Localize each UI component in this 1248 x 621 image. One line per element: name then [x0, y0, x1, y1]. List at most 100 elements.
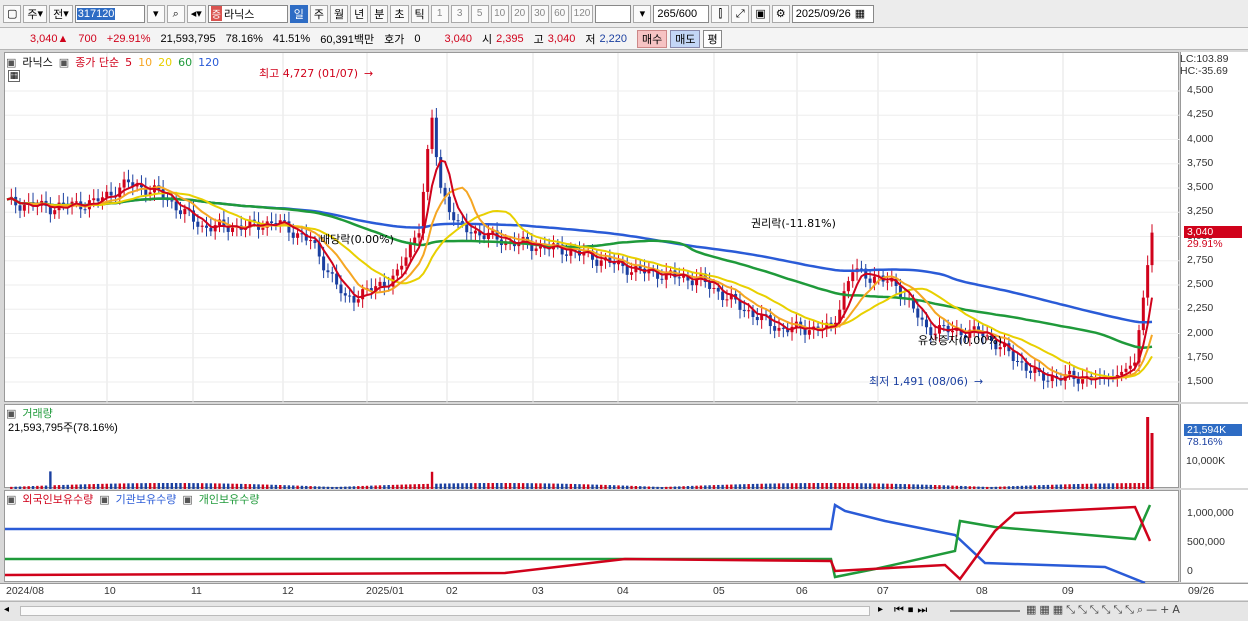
calculator-icon[interactable]: ▦	[8, 70, 20, 82]
candle-body	[109, 191, 113, 196]
volume-bar	[968, 486, 972, 489]
volume-bar	[626, 485, 629, 489]
hoga-value: 0	[414, 32, 421, 45]
period-minute[interactable]: 분	[370, 4, 389, 23]
interval-30[interactable]: 30	[530, 4, 549, 23]
candle-type-icon[interactable]: ⫿	[711, 4, 730, 23]
volume-bar	[1090, 483, 1093, 489]
volume-bar	[526, 483, 529, 489]
volume-ratio: 78.16%	[225, 32, 263, 45]
volume-bar	[678, 486, 681, 489]
volume-bar	[331, 486, 334, 489]
candle-body	[395, 269, 399, 276]
playback-controls[interactable]: ⏮⏹⏭	[894, 603, 931, 617]
volume-bar	[135, 483, 139, 489]
sound-icon[interactable]: ◂▾	[186, 4, 206, 23]
period-second[interactable]: 초	[390, 4, 409, 23]
candle-body	[335, 273, 339, 285]
volume-bar	[339, 486, 343, 489]
candle-body	[868, 278, 872, 283]
interval-dropdown-icon[interactable]: ▾	[633, 4, 652, 23]
volume-bar	[725, 484, 729, 489]
draw-tool-icon[interactable]: ⤢	[731, 4, 750, 23]
candle-body	[1068, 370, 1072, 375]
candle-body	[426, 149, 430, 192]
candle-body	[716, 287, 720, 292]
volume-bar	[183, 483, 187, 489]
volume-bar	[1046, 484, 1050, 489]
holdings-line-0	[5, 502, 1146, 583]
interval-20[interactable]: 20	[510, 4, 529, 23]
custom-interval-input[interactable]	[595, 4, 632, 23]
stock-name: 라닉스	[223, 7, 255, 21]
save-icon[interactable]: ▣	[751, 4, 770, 23]
volume-bar	[396, 484, 399, 489]
volume-bar	[209, 483, 213, 489]
scroll-right-icon[interactable]: ▸	[878, 604, 883, 615]
period-day[interactable]: 일	[289, 4, 308, 23]
date-input[interactable]: 2025/09/26 ▦	[791, 4, 874, 23]
volume-bar	[578, 484, 581, 489]
buy-button[interactable]: 매수	[636, 29, 668, 48]
volume-bar	[751, 483, 755, 489]
volume-bar	[300, 485, 304, 489]
price-chart-area[interactable]	[4, 52, 1180, 403]
gear-icon[interactable]: ⚙	[771, 4, 790, 23]
volume-bar	[595, 484, 599, 489]
mode-selector[interactable]: 주 ▾	[23, 4, 48, 23]
interval-1[interactable]: 1	[430, 4, 449, 23]
candle-body	[105, 191, 109, 198]
period-year[interactable]: 년	[350, 4, 369, 23]
volume-bar	[161, 483, 165, 489]
holdings-tick-500k: 500,000	[1187, 536, 1225, 548]
interval-60[interactable]: 60	[550, 4, 569, 23]
dropdown-icon[interactable]: ▾	[146, 4, 165, 23]
candle-body	[53, 210, 57, 215]
sell-button[interactable]: 매도	[670, 29, 701, 48]
price-tick-label: 1,750	[1187, 350, 1214, 363]
search-icon[interactable]: ⌕	[166, 4, 185, 23]
candle-body	[170, 200, 174, 202]
hoga-label: 호가	[384, 33, 405, 46]
stock-name-field[interactable]: 증 라닉스	[207, 4, 288, 23]
zoom-slider[interactable]	[950, 610, 1020, 612]
volume-bar	[1072, 484, 1076, 489]
volume-bar	[955, 485, 959, 489]
price-tick-label: 3,250	[1187, 205, 1214, 218]
volume-bar	[92, 484, 95, 489]
volume-bar	[829, 483, 833, 489]
interval-10[interactable]: 10	[490, 4, 509, 23]
count-input[interactable]: 265/600	[653, 4, 710, 23]
volume-bar	[305, 485, 308, 489]
candle-body	[231, 227, 235, 232]
candle-body	[22, 204, 26, 211]
candle-body	[1146, 265, 1150, 298]
period-week[interactable]: 주	[309, 4, 329, 23]
interval-120[interactable]: 120	[570, 4, 594, 23]
volume-bar	[430, 471, 434, 489]
volume-bar	[539, 483, 542, 489]
scroll-left-icon[interactable]: ◂	[4, 604, 16, 618]
prev-button[interactable]: 전 ▾	[49, 4, 73, 23]
volume-bar	[240, 483, 243, 489]
candle-body	[916, 308, 920, 318]
volume-bar	[855, 483, 859, 489]
window-icon[interactable]: ▢	[3, 4, 22, 23]
interval-5[interactable]: 5	[470, 4, 489, 23]
volume-chart-area[interactable]	[4, 404, 1179, 489]
period-tick[interactable]: 틱	[410, 4, 429, 23]
volume-bar	[777, 483, 781, 489]
calendar-icon[interactable]: ▦	[855, 7, 865, 20]
volume-bar	[977, 486, 980, 489]
stock-code-input[interactable]: 317120	[74, 4, 145, 23]
volume-bar	[174, 483, 178, 489]
candle-body	[924, 319, 928, 328]
volume-bar	[799, 483, 802, 489]
tool-icons[interactable]: ▦▦▦⤡⤡⤡⤡⤡⤡⌕—+A	[1026, 603, 1183, 617]
period-month[interactable]: 월	[330, 4, 349, 23]
candle-body	[721, 291, 725, 301]
interval-3[interactable]: 3	[450, 4, 469, 23]
horizontal-scrollbar[interactable]	[20, 606, 870, 616]
eval-button[interactable]: 평	[703, 29, 722, 48]
volume-bar	[717, 484, 720, 489]
